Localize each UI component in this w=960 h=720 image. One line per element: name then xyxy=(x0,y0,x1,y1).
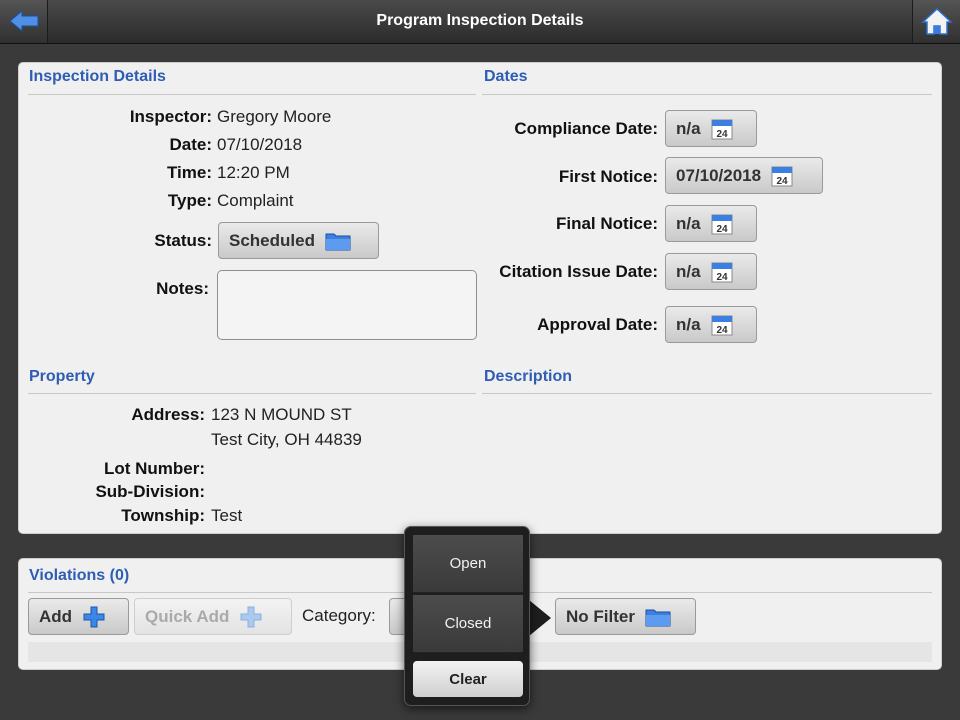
first-notice-label: First Notice: xyxy=(558,167,658,186)
citation-issue-date-button[interactable]: n/a 24 xyxy=(665,253,757,290)
inspection-rule xyxy=(28,94,476,95)
compliance-date-label: Compliance Date: xyxy=(514,119,658,138)
back-button[interactable] xyxy=(0,0,48,43)
date-value: 07/10/2018 xyxy=(217,135,303,154)
inspector-value: Gregory Moore xyxy=(217,107,332,126)
date-label: Date: xyxy=(169,135,212,154)
inspection-details-title: Inspection Details xyxy=(29,68,166,85)
type-value: Complaint xyxy=(217,191,294,210)
township-value: Test xyxy=(211,506,243,525)
status-label: Status: xyxy=(154,231,212,250)
final-notice-value: n/a xyxy=(676,213,701,233)
property-title: Property xyxy=(29,368,95,385)
popover-clear-button[interactable]: Clear xyxy=(413,661,523,697)
property-rule xyxy=(28,393,476,394)
approval-date-label: Approval Date: xyxy=(537,315,658,334)
folder-icon xyxy=(325,233,351,250)
township-label: Township: xyxy=(121,506,205,525)
address-line1: 123 N MOUND ST xyxy=(211,405,352,424)
status-filter-select[interactable]: No Filter xyxy=(555,598,696,635)
description-title: Description xyxy=(484,368,573,385)
violations-title: Violations (0) xyxy=(29,567,130,584)
final-notice-button[interactable]: n/a 24 xyxy=(665,205,757,242)
compliance-date-button[interactable]: n/a 24 xyxy=(665,110,757,147)
quick-add-label: Quick Add xyxy=(145,606,230,626)
compliance-date-value: n/a xyxy=(676,118,701,138)
approval-date-value: n/a xyxy=(676,314,701,334)
type-label: Type: xyxy=(167,191,212,210)
dates-rule xyxy=(482,94,932,95)
lot-number-label: Lot Number: xyxy=(103,459,205,478)
svg-text:24: 24 xyxy=(716,272,728,283)
calendar-icon: 24 xyxy=(711,315,733,336)
top-bar: Program Inspection Details xyxy=(0,0,960,44)
home-button[interactable] xyxy=(912,0,960,43)
svg-text:24: 24 xyxy=(716,129,728,140)
calendar-icon: 24 xyxy=(771,166,793,187)
quick-add-button[interactable]: Quick Add xyxy=(134,598,292,635)
final-notice-label: Final Notice: xyxy=(555,214,658,233)
address-label: Address: xyxy=(131,405,205,424)
notes-label: Notes: xyxy=(156,279,209,298)
popover-option-open[interactable]: Open xyxy=(413,535,523,593)
first-notice-value: 07/10/2018 xyxy=(676,165,762,185)
status-value: Scheduled xyxy=(229,230,315,250)
citation-issue-date-value: n/a xyxy=(676,261,701,281)
svg-text:24: 24 xyxy=(777,176,789,187)
status-select[interactable]: Scheduled xyxy=(218,222,379,259)
folder-icon xyxy=(645,609,671,626)
page-title: Program Inspection Details xyxy=(376,12,584,29)
status-popover: Open Closed Clear xyxy=(404,526,530,706)
inspector-label: Inspector: xyxy=(129,107,212,126)
popover-arrow xyxy=(529,600,551,636)
add-label: Add xyxy=(39,606,73,626)
time-label: Time: xyxy=(166,163,212,182)
notes-field[interactable] xyxy=(217,270,477,340)
category-label: Category: xyxy=(302,606,376,625)
calendar-icon: 24 xyxy=(711,214,733,235)
status-filter-value: No Filter xyxy=(566,606,635,626)
add-violation-button[interactable]: Add xyxy=(28,598,129,635)
approval-date-button[interactable]: n/a 24 xyxy=(665,306,757,343)
citation-issue-date-label: Citation Issue Date: xyxy=(499,262,658,281)
plus-icon xyxy=(83,606,105,627)
svg-text:24: 24 xyxy=(716,224,728,235)
dates-title: Dates xyxy=(484,68,528,85)
popover-option-closed[interactable]: Closed xyxy=(413,595,523,653)
description-rule xyxy=(482,393,932,394)
first-notice-button[interactable]: 07/10/2018 24 xyxy=(665,157,823,194)
calendar-icon: 24 xyxy=(711,119,733,140)
address-line2: Test City, OH 44839 xyxy=(211,430,362,449)
svg-text:24: 24 xyxy=(716,325,728,336)
back-arrow-icon xyxy=(9,9,39,33)
calendar-icon: 24 xyxy=(711,262,733,283)
plus-icon xyxy=(240,606,262,627)
home-icon xyxy=(921,7,953,35)
time-value: 12:20 PM xyxy=(217,163,290,182)
sub-division-label: Sub-Division: xyxy=(95,482,205,501)
